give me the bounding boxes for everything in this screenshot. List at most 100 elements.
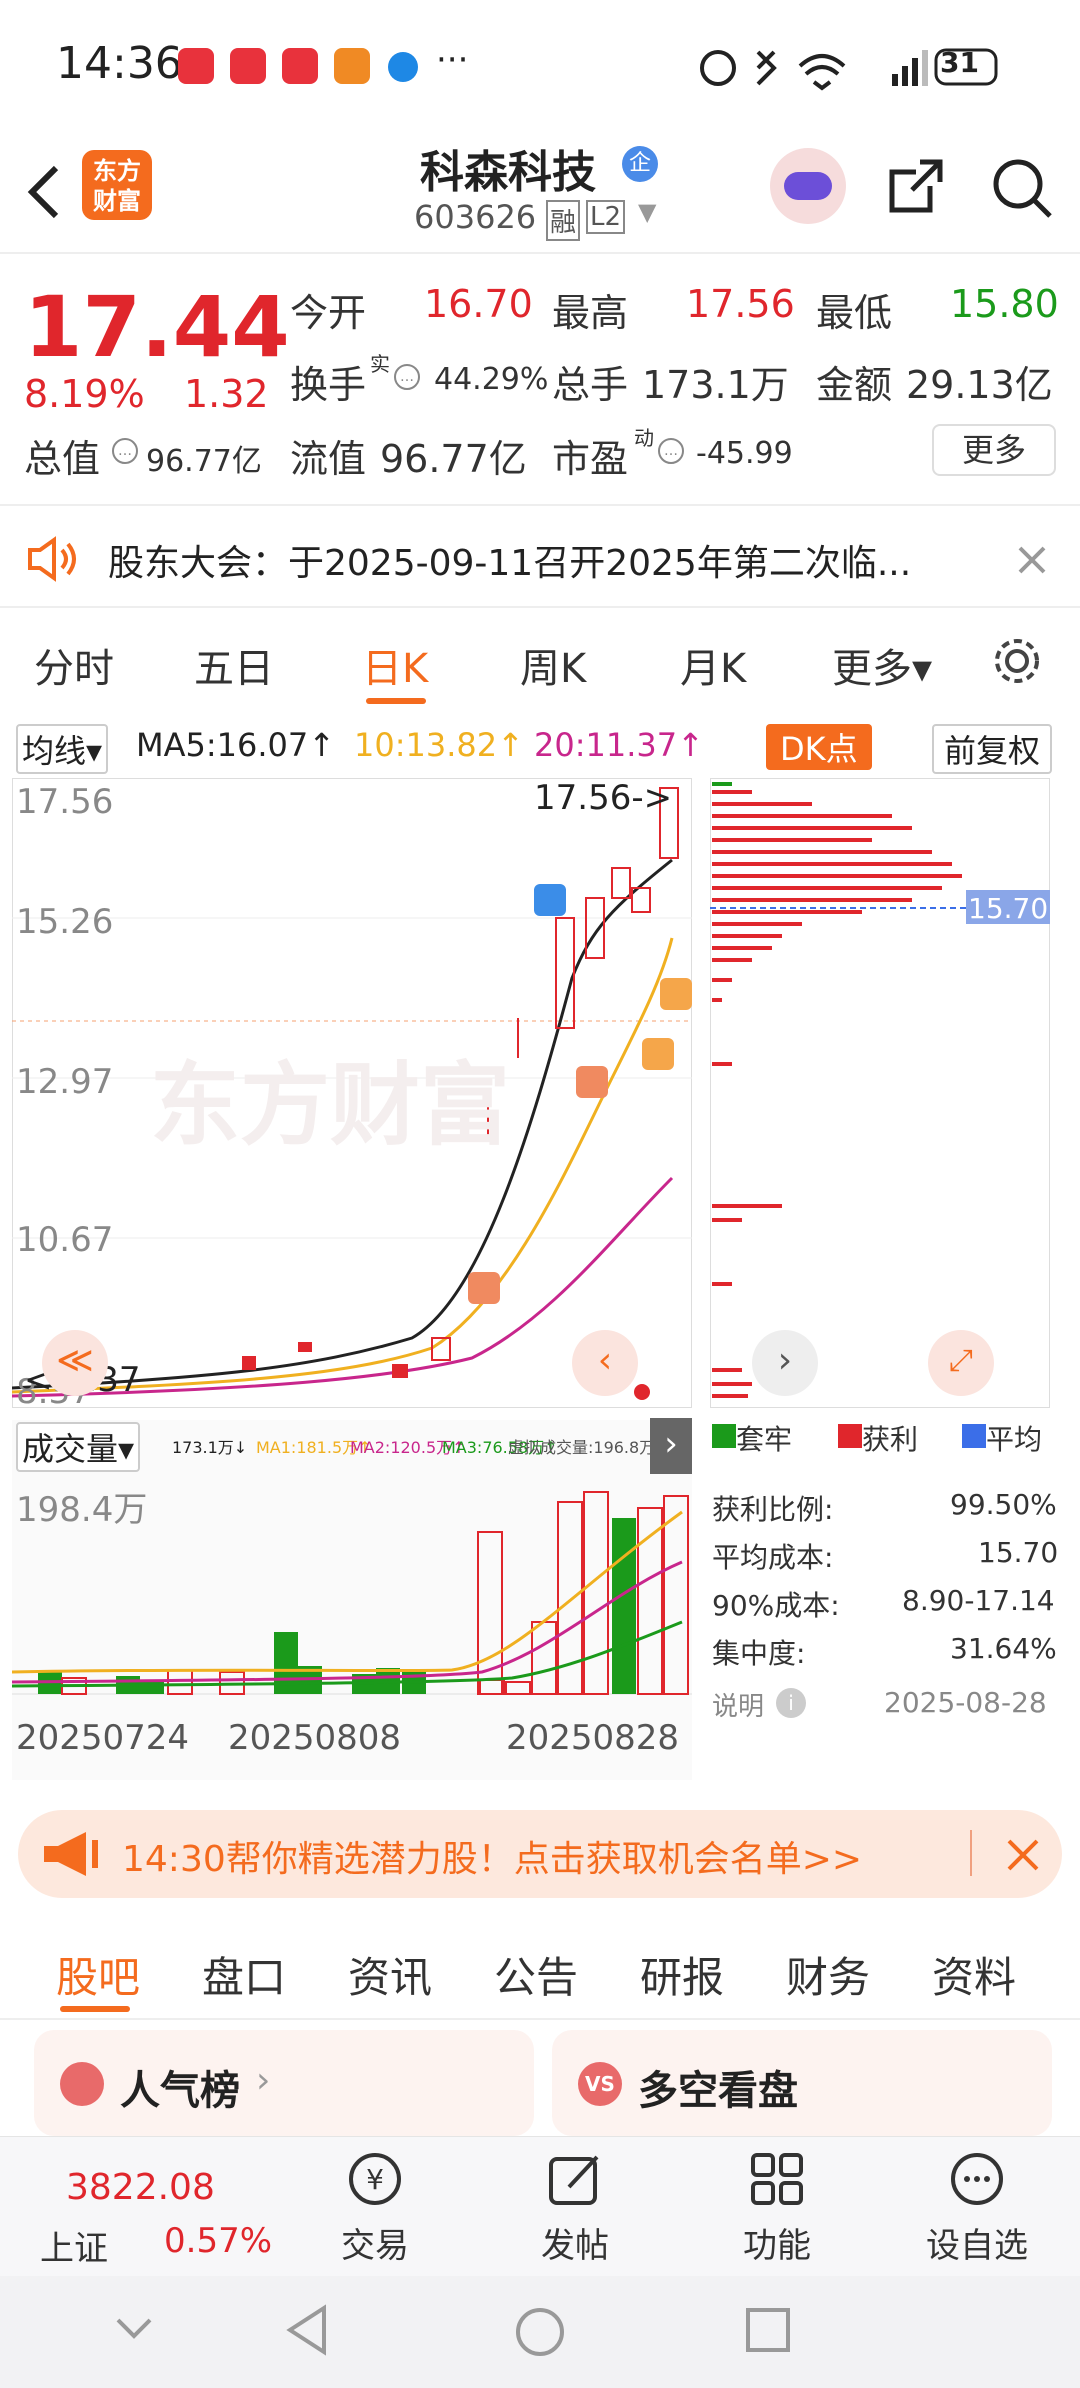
nav-trade[interactable]: ¥ 交易: [310, 2149, 440, 2267]
promo-text: 14:30帮你精选潜力股！点击获取机会名单>>: [122, 1839, 863, 1880]
nav-post-label: 发帖: [541, 2226, 609, 2266]
chip-distribution-svg: [710, 778, 1050, 1408]
tab-intraday[interactable]: 分时: [34, 636, 114, 694]
legend-swatch-avg: [962, 1424, 986, 1448]
huawei-app-icon: [178, 48, 214, 84]
tab-weekly-k[interactable]: 周K: [520, 636, 586, 694]
dk-button[interactable]: DK点: [766, 724, 872, 770]
more-button[interactable]: 更多: [932, 424, 1056, 476]
chip-date: 2025-08-28: [884, 1686, 1047, 1719]
chevron-down-icon[interactable]: [114, 2314, 154, 2344]
jd-app-icon: [334, 48, 370, 84]
volume-selector[interactable]: 成交量▾: [16, 1422, 141, 1472]
more-notif-icon: ···: [436, 40, 469, 80]
info-tabs: 股吧 盘口 资讯 公告 研报 财务 资料: [0, 1920, 1080, 2020]
bull-bear-card[interactable]: VS 多空看盘: [552, 2030, 1052, 2136]
tab-profile[interactable]: 资料: [932, 1944, 1016, 2005]
settings-gear-icon[interactable]: [990, 634, 1044, 688]
tab-announcements[interactable]: 公告: [494, 1944, 578, 2005]
app-dot-icon: [388, 52, 418, 82]
divider: [970, 1830, 972, 1876]
enterprise-badge: 企: [622, 146, 658, 182]
promo-banner[interactable]: 14:30帮你精选潜力股！点击获取机会名单>>: [18, 1810, 1062, 1898]
tab-five-day[interactable]: 五日: [194, 636, 274, 694]
nav-trade-label: 交易: [341, 2226, 409, 2266]
kline-chart-area[interactable]: 均线▾ MA5:16.07↑ 10:13.82↑ 20:11.37↑ DK点 前…: [0, 712, 1080, 1792]
index-pct[interactable]: 0.57%: [164, 2221, 272, 2261]
back-icon[interactable]: [24, 162, 64, 222]
tab-daily-k[interactable]: 日K: [362, 636, 428, 694]
close-icon[interactable]: [1016, 544, 1048, 576]
date-label-3: 20250828: [506, 1718, 680, 1758]
index-name[interactable]: 上证: [40, 2221, 108, 2270]
tab-more[interactable]: 更多▾: [832, 636, 932, 694]
tab-orderbook[interactable]: 盘口: [202, 1944, 286, 2005]
status-bar: 14:36 ··· 31: [0, 0, 1080, 130]
info-icon[interactable]: …: [658, 438, 684, 464]
popularity-title: 人气榜: [120, 2068, 240, 2114]
chip-val-1: 99.50%: [950, 1488, 1057, 1521]
next-icon[interactable]: ›: [752, 1330, 818, 1396]
home-circle-icon[interactable]: [514, 2306, 566, 2358]
dropdown-icon[interactable]: ▼: [638, 198, 656, 226]
chip-val-4: 31.64%: [950, 1632, 1057, 1665]
t-marker-2: [660, 978, 692, 1010]
legend-trapped: 套牢: [736, 1423, 793, 1456]
notice-text: 股东大会：于2025-09-11召开2025年第二次临...: [108, 543, 912, 584]
open-value: 16.70: [424, 282, 533, 326]
sell-marker: [534, 884, 566, 916]
grid-icon: [751, 2153, 803, 2205]
share-icon[interactable]: [886, 156, 946, 216]
nav-watchlist[interactable]: 设自选: [912, 2149, 1042, 2267]
prev-icon[interactable]: ‹: [572, 1330, 638, 1396]
back-triangle-icon[interactable]: [284, 2304, 328, 2356]
high-value: 17.56: [686, 282, 795, 326]
nav-functions[interactable]: 功能: [712, 2149, 842, 2267]
notice-bar[interactable]: 股东大会：于2025-09-11召开2025年第二次临...: [0, 508, 1080, 608]
close-icon[interactable]: [1006, 1838, 1040, 1872]
tab-forum[interactable]: 股吧: [56, 1944, 140, 2005]
info-icon[interactable]: i: [776, 1688, 806, 1718]
collapse-arrow-icon[interactable]: ›: [650, 1418, 692, 1474]
tab-indicator: [60, 2006, 130, 2012]
adjust-button[interactable]: 前复权: [932, 724, 1053, 774]
low-value: 15.80: [950, 282, 1059, 326]
amount-label: 金额: [816, 363, 893, 407]
tab-news[interactable]: 资讯: [348, 1944, 432, 2005]
y-label-2: 15.26: [16, 902, 114, 942]
chip-val-3: 8.90-17.14: [902, 1584, 1055, 1617]
y-label-4: 10.67: [16, 1220, 114, 1260]
search-icon[interactable]: [990, 156, 1054, 220]
stock-name: 科森科技: [420, 147, 596, 198]
cost-line-label: 15.70: [968, 892, 1049, 925]
assistant-avatar-icon[interactable]: [770, 148, 846, 224]
index-value[interactable]: 3822.08: [66, 2167, 215, 2208]
chip-note[interactable]: 说明: [712, 1686, 764, 1723]
tab-research[interactable]: 研报: [640, 1944, 724, 2005]
mcap-label: 总值: [24, 437, 101, 481]
recents-square-icon[interactable]: [744, 2306, 792, 2354]
info-icon[interactable]: …: [112, 438, 138, 464]
vs-badge-icon: VS: [578, 2062, 622, 2106]
nav-post[interactable]: 发帖: [510, 2149, 640, 2267]
chevron-right-icon: ›: [256, 2060, 271, 2101]
tab-financials[interactable]: 财务: [786, 1944, 870, 2005]
margin-tag: 融: [546, 200, 581, 241]
float-label: 流值: [290, 437, 367, 481]
more-circle-icon: [951, 2153, 1003, 2205]
tab-monthly-k[interactable]: 月K: [680, 636, 746, 694]
legend-swatch-trapped: [712, 1424, 736, 1448]
pe-sup: 动: [634, 426, 654, 450]
ma-selector[interactable]: 均线▾: [16, 724, 109, 774]
pe-value: -45.99: [696, 436, 793, 471]
megaphone-icon: [44, 1832, 98, 1876]
expand-icon[interactable]: ⤢: [928, 1330, 994, 1396]
turnover-label: 换手: [290, 363, 367, 407]
period-tabs: 分时 五日 日K 周K 月K 更多▾: [0, 610, 1080, 710]
nav-watchlist-label: 设自选: [926, 2226, 1028, 2266]
status-time: 14:36: [56, 38, 183, 89]
scroll-left-icon[interactable]: ≪: [42, 1330, 108, 1396]
info-icon[interactable]: …: [394, 364, 420, 390]
popularity-card[interactable]: 人气榜 ›: [34, 2030, 534, 2136]
listen-app-icon: [282, 48, 318, 84]
